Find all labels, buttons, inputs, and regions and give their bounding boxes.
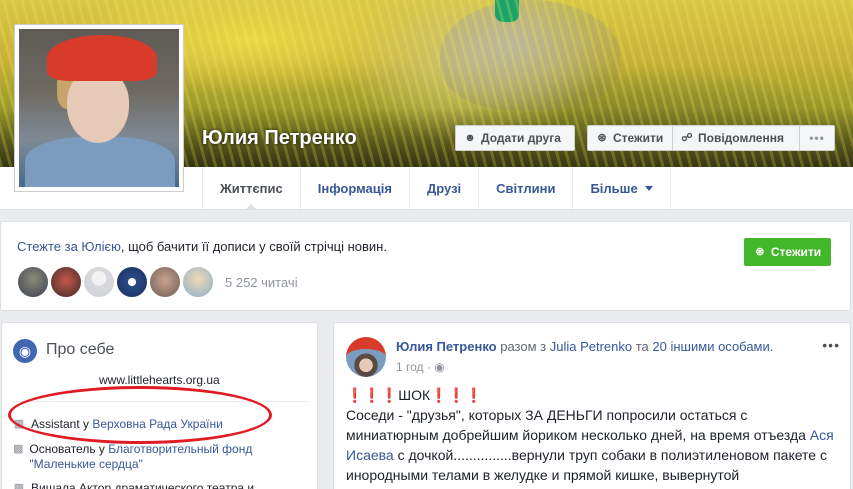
annotation-ellipse — [8, 386, 272, 444]
exclamation-icon: ❗❗❗ — [346, 387, 399, 403]
follow-green-label: Стежити — [770, 245, 822, 259]
tab-friends[interactable]: Друзі — [408, 168, 478, 209]
globe-icon: ◉ — [13, 339, 37, 363]
followers-count[interactable]: 5 252 читачі — [225, 275, 298, 290]
post-author-link[interactable]: Юлия Петренко — [396, 339, 497, 354]
chevron-down-icon — [644, 186, 653, 191]
about-title: Про себе — [46, 341, 115, 358]
post-header: Юлия Петренко разом з Julia Petrenko та … — [396, 339, 773, 354]
others-link[interactable]: 20 іншими особами. — [652, 339, 773, 354]
exclamation-icon: ❗❗❗ — [430, 387, 483, 403]
follow-prompt: Стежте за Юлією, щоб бачити її дописи у … — [17, 239, 387, 254]
globe-icon: ◉ — [434, 360, 445, 374]
post-body-2: с дочкой...............вернули труп соба… — [346, 447, 827, 483]
more-options-button[interactable]: ••• — [799, 125, 835, 151]
timeline-post: Юлия Петренко разом з Julia Petrenko та … — [333, 322, 851, 489]
founder-prefix: Основатель у — [29, 442, 105, 456]
message-label: Повідомлення — [698, 131, 784, 145]
post-body-1: Соседи - "друзья", которых ЗА ДЕНЬГИ поп… — [346, 407, 810, 443]
post-headline-word: ШОК — [398, 387, 431, 403]
post-with-text: разом з — [500, 339, 547, 354]
cover-headwrap — [495, 0, 519, 22]
add-friend-icon: ☻ — [464, 132, 476, 144]
avatar[interactable] — [149, 266, 181, 298]
add-friend-label: Додати друга — [481, 131, 561, 145]
profile-cover: Юлия Петренко ☻ Додати друга ⊛ Стежити ☍… — [0, 0, 853, 210]
tab-about[interactable]: Інформація — [299, 168, 409, 209]
actress-text: Вишала Актор драматического театра и — [31, 481, 255, 489]
avatar[interactable] — [50, 266, 82, 298]
briefcase-icon: ▩ — [13, 482, 25, 489]
profile-picture-image — [19, 29, 179, 187]
post-time[interactable]: 1 год — [396, 360, 424, 374]
avatar[interactable] — [83, 266, 115, 298]
follow-green-button[interactable]: ⊛ Стежити — [744, 238, 831, 266]
avatar[interactable] — [17, 266, 49, 298]
post-meta: 1 год · ◉ — [396, 360, 445, 374]
cover-figure — [440, 0, 620, 110]
tab-photos[interactable]: Світлини — [478, 168, 572, 209]
message-button[interactable]: ☍ Повідомлення — [672, 125, 800, 151]
pp-scarf — [47, 35, 157, 81]
tab-more-label: Більше — [590, 181, 638, 196]
avatar[interactable] — [346, 337, 386, 377]
post-headline: ❗❗❗ШОК❗❗❗ — [346, 385, 841, 405]
avatar[interactable] — [116, 266, 148, 298]
follow-label: Стежити — [613, 131, 664, 145]
briefcase-icon: ▩ — [13, 443, 24, 455]
add-friend-button[interactable]: ☻ Додати друга — [455, 125, 575, 151]
follow-link[interactable]: Стежте за Юлією — [17, 239, 121, 254]
messenger-icon: ☍ — [681, 132, 693, 144]
follower-avatars — [17, 266, 215, 298]
rss-icon: ⊛ — [597, 132, 607, 144]
founder-row: ▩ Основатель у Благотворительный фонд "М… — [13, 442, 283, 472]
post-text: ❗❗❗ШОК❗❗❗ Соседи - "друзья", которых ЗА … — [346, 385, 841, 485]
profile-name[interactable]: Юлия Петренко — [202, 127, 357, 150]
post-paragraph: Соседи - "друзья", которых ЗА ДЕНЬГИ поп… — [346, 405, 841, 485]
post-options-button[interactable]: ••• — [822, 337, 840, 353]
profile-tabs: Життєпис Інформація Друзі Світлини Більш… — [202, 168, 671, 210]
post-and-text: та — [635, 339, 649, 354]
tab-timeline[interactable]: Життєпис — [202, 168, 300, 210]
pp-shirt — [25, 137, 175, 187]
tab-more[interactable]: Більше — [572, 168, 671, 209]
follow-suggestion-box: Стежте за Юлією, щоб бачити її дописи у … — [0, 221, 851, 311]
avatar[interactable] — [182, 266, 214, 298]
follow-prompt-text: , щоб бачити її дописи у своїй стрічці н… — [120, 239, 387, 254]
rss-icon: ⊛ — [755, 246, 765, 258]
profile-picture[interactable] — [14, 24, 184, 192]
founder-text: Основатель у Благотворительный фонд "Мал… — [29, 442, 283, 472]
follow-button[interactable]: ⊛ Стежити — [587, 125, 673, 151]
website-link[interactable]: www.littlehearts.org.ua — [99, 373, 220, 387]
tagged-user-link[interactable]: Julia Petrenko — [550, 339, 632, 354]
actress-row: ▩ Вишала Актор драматического театра и — [13, 481, 283, 489]
